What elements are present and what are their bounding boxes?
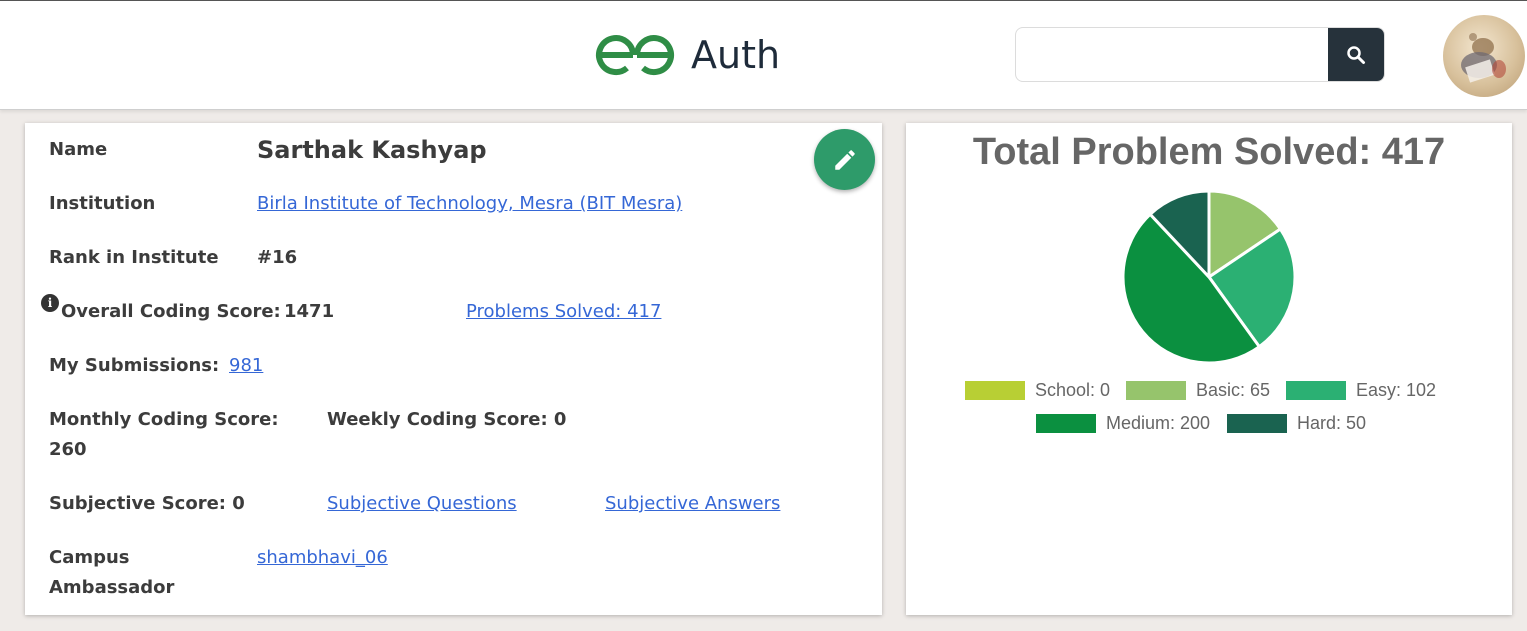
legend-swatch bbox=[1227, 414, 1287, 433]
search-icon bbox=[1347, 45, 1365, 64]
rank-value: #16 bbox=[257, 247, 298, 268]
submissions-link[interactable]: 981 bbox=[229, 351, 263, 381]
pencil-icon bbox=[834, 149, 855, 170]
search-input[interactable] bbox=[1016, 28, 1329, 81]
edit-profile-button[interactable] bbox=[814, 129, 875, 190]
subjective-score: Subjective Score: 0 bbox=[49, 493, 245, 514]
info-icon[interactable]: i bbox=[41, 294, 59, 312]
overall-score-value: 1471 bbox=[284, 301, 335, 322]
institution-label: Institution bbox=[49, 193, 156, 214]
campus-ambassador-label-line2: Ambassador bbox=[49, 577, 175, 598]
problems-solved-link[interactable]: Problems Solved: 417 bbox=[466, 297, 661, 327]
name-label: Name bbox=[49, 139, 108, 160]
search-button[interactable] bbox=[1328, 28, 1384, 81]
legend-swatch bbox=[965, 381, 1025, 400]
legend-label: School: 0 bbox=[1035, 380, 1111, 400]
legend-item-hard[interactable]: Hard: 50 bbox=[1227, 413, 1366, 434]
rank-label: Rank in Institute bbox=[49, 247, 219, 268]
logo-text: Auth bbox=[691, 33, 781, 77]
user-avatar[interactable] bbox=[1443, 15, 1525, 97]
problems-chart-card: Total Problem Solved: 417 School: 0 Basic… bbox=[906, 123, 1512, 615]
submissions-label: My Submissions: bbox=[49, 355, 220, 376]
legend-swatch bbox=[1286, 381, 1346, 400]
legend-swatch bbox=[1036, 414, 1096, 433]
legend-swatch bbox=[1126, 381, 1186, 400]
legend-label: Medium: 200 bbox=[1106, 413, 1211, 433]
subjective-questions-link[interactable]: Subjective Questions bbox=[327, 489, 517, 519]
legend-label: Hard: 50 bbox=[1297, 413, 1367, 433]
search-bar bbox=[1015, 27, 1385, 82]
monthly-score-label: Monthly Coding Score: bbox=[49, 409, 279, 430]
pie-chart bbox=[1121, 189, 1297, 365]
legend-label: Easy: 102 bbox=[1356, 380, 1437, 400]
institution-link[interactable]: Birla Institute of Technology, Mesra (BI… bbox=[257, 189, 682, 219]
legend-item-basic[interactable]: Basic: 65 bbox=[1126, 380, 1270, 401]
weekly-score: Weekly Coding Score: 0 bbox=[327, 409, 567, 430]
campus-ambassador-label-line1: Campus bbox=[49, 547, 130, 568]
overall-score-label: Overall Coding Score: bbox=[61, 301, 281, 322]
campus-ambassador-link[interactable]: shambhavi_06 bbox=[257, 543, 388, 573]
top-header: Auth bbox=[0, 0, 1527, 110]
site-logo[interactable]: Auth bbox=[593, 33, 780, 77]
legend-item-easy[interactable]: Easy: 102 bbox=[1286, 380, 1436, 401]
subjective-answers-link[interactable]: Subjective Answers bbox=[605, 489, 780, 519]
gfg-logo-icon bbox=[596, 35, 674, 75]
avatar-image bbox=[1461, 33, 1506, 83]
legend-item-medium[interactable]: Medium: 200 bbox=[1036, 413, 1210, 434]
profile-card: Name Sarthak Kashyap Institution Birla I… bbox=[25, 123, 882, 615]
legend-item-school[interactable]: School: 0 bbox=[965, 380, 1110, 401]
monthly-score-value: 260 bbox=[49, 439, 87, 460]
legend-label: Basic: 65 bbox=[1196, 380, 1271, 400]
user-name: Sarthak Kashyap bbox=[257, 136, 487, 164]
